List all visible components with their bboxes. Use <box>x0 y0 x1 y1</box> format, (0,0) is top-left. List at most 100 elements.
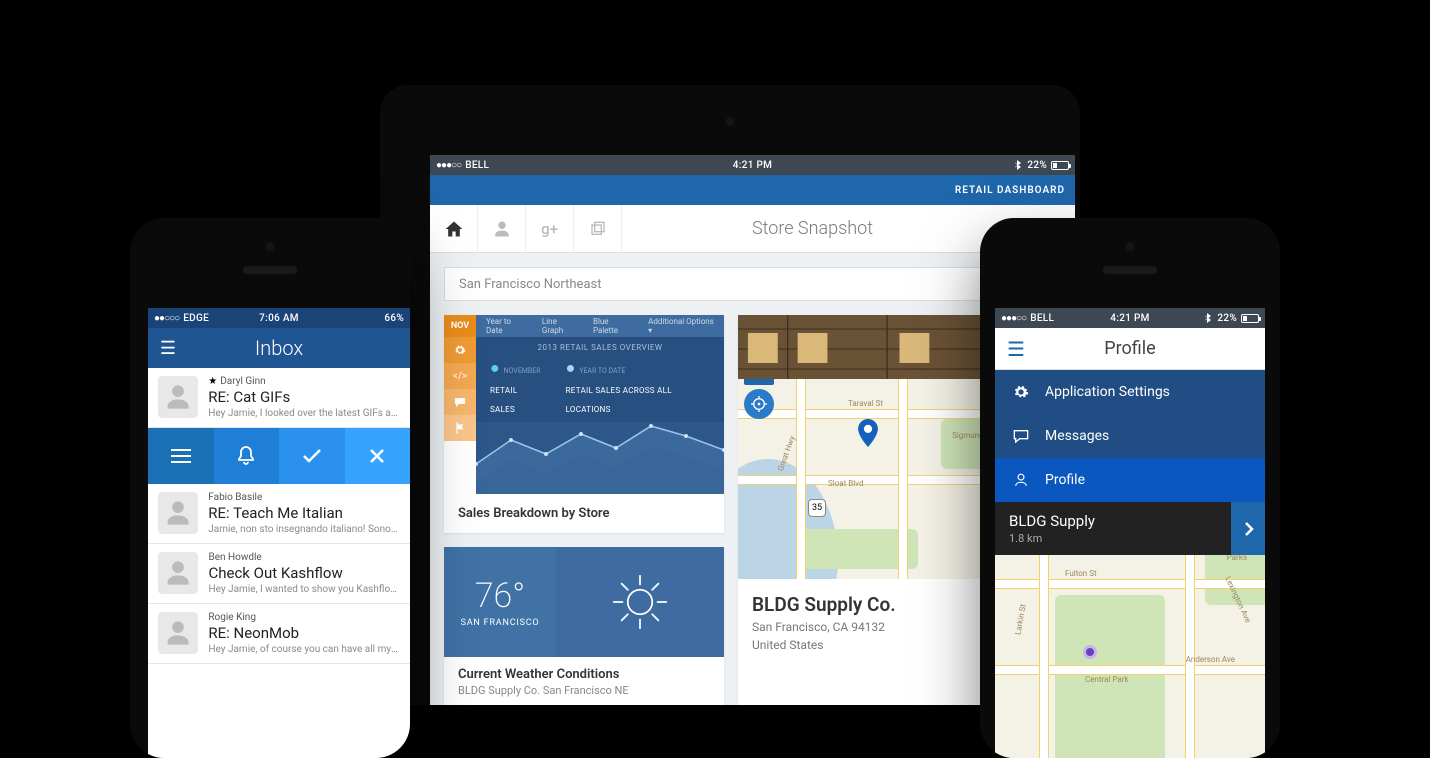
map-street-label: Taraval St <box>848 399 883 408</box>
gear-icon <box>1011 384 1031 400</box>
weather-sub: BLDG Supply Co. San Francisco NE <box>444 684 724 705</box>
map-location-dot <box>1083 645 1097 659</box>
message-subject: RE: Teach Me Italian <box>208 504 400 522</box>
weather-sun-icon <box>556 547 724 657</box>
chart-tab[interactable]: Blue Palette <box>593 317 632 335</box>
search-value: San Francisco Northeast <box>459 277 602 292</box>
weather-temp: 76° <box>475 576 525 616</box>
sales-chart-card: NOV </> Year to Date Line Graph <box>444 315 724 533</box>
nav-person-icon[interactable] <box>478 205 526 253</box>
phone-left-device: ●●○○○ EDGE 7:06 AM 66% ☰ Inbox ★Daryl Gi… <box>130 218 410 758</box>
message-sender: ★Daryl Ginn <box>208 376 400 387</box>
chart-side-toolbar: NOV </> <box>444 315 476 494</box>
nav-gplus-icon[interactable]: g+ <box>526 205 574 253</box>
nav-title: Store Snapshot <box>598 218 1027 239</box>
message-list: ★Daryl Ginn RE: Cat GIFs Hey Jamie, I lo… <box>148 368 410 664</box>
map-pin-icon <box>858 419 878 447</box>
menu-item-gear[interactable]: Application Settings <box>995 370 1265 414</box>
weather-temp-panel: 76° SAN FRANCISCO <box>444 547 556 657</box>
profile-map[interactable]: Parks Fulton St Lexington Ave Larkin St … <box>995 555 1265 758</box>
map-street-label: Central Park <box>1085 675 1128 684</box>
chart-tab[interactable]: Line Graph <box>542 317 577 335</box>
menu-item-label: Application Settings <box>1045 384 1170 400</box>
chart-month-badge: NOV <box>444 315 476 337</box>
inbox-title: Inbox <box>148 336 410 360</box>
toolbar-close-button[interactable] <box>345 428 411 484</box>
phone-right-device: ●●●○○ BELL 4:21 PM 22% ☰ Profile Applica… <box>980 218 1280 758</box>
inbox-toolbar <box>148 428 410 484</box>
menu-item-label: Profile <box>1045 472 1085 488</box>
battery-pct: 22% <box>1027 160 1047 171</box>
nav-home-icon[interactable] <box>430 205 478 253</box>
toolbar-list-button[interactable] <box>148 428 214 484</box>
chart-caption: Sales Breakdown by Store <box>444 494 724 533</box>
toolbar-bell-button[interactable] <box>214 428 280 484</box>
tablet-nav: g+ Store Snapshot <box>430 205 1075 253</box>
message-sender: Rogie King <box>208 612 400 623</box>
tablet-body: San Francisco Northeast NOV </> <box>430 253 1075 705</box>
toolbar-check-button[interactable] <box>279 428 345 484</box>
map-street-label: Parks <box>1227 555 1247 562</box>
sales-line-chart <box>476 422 724 494</box>
chart-tabs[interactable]: Year to Date Line Graph Blue Palette Add… <box>476 315 724 337</box>
message-preview: Hey Jamie, I wanted to show you Kashflow… <box>208 584 400 595</box>
map-locate-button[interactable] <box>744 389 774 419</box>
message-row[interactable]: Rogie King RE: NeonMob Hey Jamie, of cou… <box>148 604 410 664</box>
status-time: 4:21 PM <box>1110 313 1149 324</box>
carrier-label: BELL <box>465 160 489 171</box>
callout-go-button[interactable] <box>1231 502 1265 555</box>
menu-item-bubble[interactable]: Messages <box>995 414 1265 458</box>
bubble-icon <box>1011 429 1031 443</box>
store-callout[interactable]: BLDG Supply 1.8 km <box>995 502 1265 555</box>
profile-header: ☰ Profile <box>995 328 1265 370</box>
status-time: 7:06 AM <box>259 313 299 324</box>
message-row[interactable]: Fabio Basile RE: Teach Me Italian Jamie,… <box>148 484 410 544</box>
message-sender: Fabio Basile <box>208 492 400 503</box>
weather-caption: Current Weather Conditions <box>444 657 724 684</box>
message-sender: Ben Howdle <box>208 552 400 563</box>
map-route-shield: 35 <box>808 499 826 517</box>
chart-title: 2013 RETAIL SALES OVERVIEW <box>476 337 724 358</box>
banner-label: RETAIL DASHBOARD <box>955 185 1065 196</box>
battery-icon <box>1051 161 1069 170</box>
map-street-label: Fulton St <box>1065 569 1097 578</box>
phone-right-statusbar: ●●●○○ BELL 4:21 PM 22% <box>995 308 1265 328</box>
profile-title: Profile <box>995 338 1265 359</box>
weather-card: 76° SAN FRANCISCO <box>444 547 724 705</box>
menu-item-label: Messages <box>1045 428 1109 444</box>
avatar <box>158 492 198 534</box>
series-label: YEAR TO DATE <box>579 367 625 375</box>
chart-tool-flag-icon[interactable] <box>444 415 476 441</box>
message-subject: Check Out Kashflow <box>208 564 400 582</box>
map-zoom-out-button[interactable]: – <box>744 379 774 385</box>
signal-dots: ●●○○○ <box>154 313 179 324</box>
chart-tool-gear-icon[interactable] <box>444 337 476 363</box>
chart-subtitle: ● NOVEMBER RETAIL SALES ● YEAR TO DATE R… <box>476 358 724 422</box>
battery-icon <box>1241 314 1259 323</box>
chart-tab[interactable]: Additional Options ▾ <box>648 317 714 335</box>
chart-tab[interactable]: Year to Date <box>486 317 526 335</box>
signal-dots: ●●●○○ <box>436 160 461 171</box>
avatar <box>158 376 198 418</box>
bluetooth-icon <box>1205 313 1213 323</box>
person-icon <box>1011 472 1031 488</box>
map-street-label: Sloat Blvd <box>828 479 863 488</box>
message-row[interactable]: ★Daryl Ginn RE: Cat GIFs Hey Jamie, I lo… <box>148 368 410 428</box>
message-subject: RE: NeonMob <box>208 624 400 642</box>
carrier-label: BELL <box>1030 313 1054 324</box>
retail-dashboard-banner: RETAIL DASHBOARD <box>430 175 1075 205</box>
phone-left-statusbar: ●●○○○ EDGE 7:06 AM 66% <box>148 308 410 328</box>
series-label: NOVEMBER <box>504 367 541 375</box>
search-input[interactable]: San Francisco Northeast <box>444 267 1021 301</box>
message-row[interactable]: Ben Howdle Check Out Kashflow Hey Jamie,… <box>148 544 410 604</box>
chart-tool-code-icon[interactable]: </> <box>444 363 476 389</box>
menu-item-person[interactable]: Profile <box>995 458 1265 502</box>
message-preview: Jamie, non sto insegnando italiano! Sono… <box>208 524 400 535</box>
chart-tool-comment-icon[interactable] <box>444 389 476 415</box>
callout-name: BLDG Supply <box>1009 512 1095 530</box>
callout-distance: 1.8 km <box>1009 532 1095 545</box>
carrier-label: EDGE <box>183 313 209 324</box>
series-label: RETAIL SALES <box>490 386 518 414</box>
phone-left-screen: ●●○○○ EDGE 7:06 AM 66% ☰ Inbox ★Daryl Gi… <box>148 308 410 758</box>
signal-dots: ●●●○○ <box>1001 313 1026 324</box>
